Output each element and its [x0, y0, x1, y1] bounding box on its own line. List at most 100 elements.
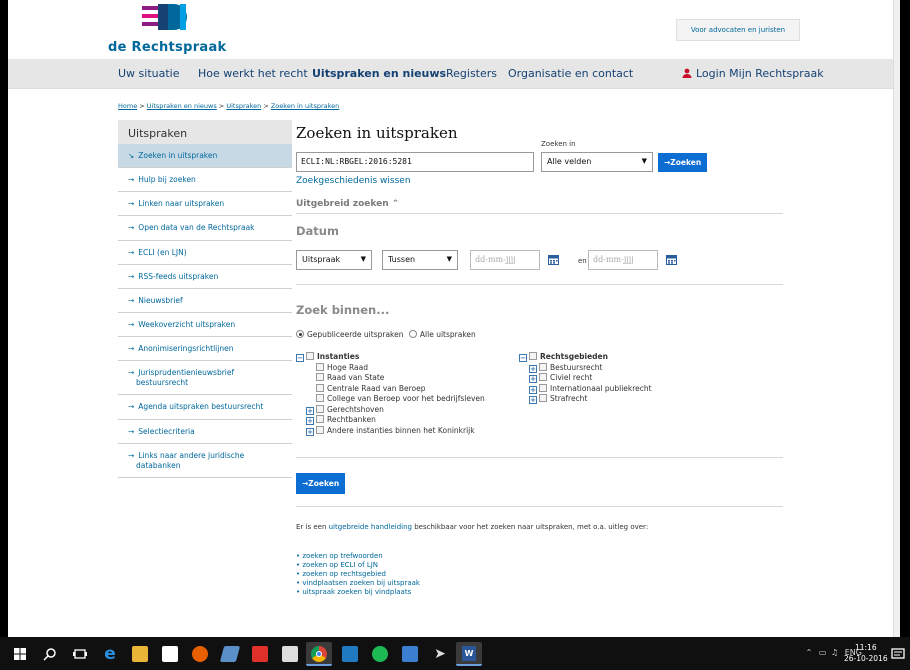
expand-icon[interactable]: + — [306, 417, 314, 425]
list-item[interactable]: • zoeken op rechtsgebied — [296, 570, 420, 579]
checkbox[interactable] — [316, 394, 324, 402]
checkbox[interactable] — [529, 352, 537, 360]
login-link[interactable]: Login Mijn Rechtspraak — [682, 67, 824, 80]
sidebar-item-links-databanken[interactable]: → Links naar andere juridische databanken — [118, 444, 292, 478]
list-item[interactable]: • zoeken op ECLI of LJN — [296, 561, 420, 570]
tree-row: + Rechtbanken — [296, 415, 485, 426]
notifications-icon[interactable] — [890, 646, 906, 662]
lawyers-button[interactable]: Voor advocaten en juristen — [676, 19, 800, 41]
edge-browser-icon[interactable]: e — [102, 646, 118, 663]
checkbox[interactable] — [316, 415, 324, 423]
caret-down-icon: ▼ — [446, 255, 452, 263]
checkbox[interactable] — [316, 404, 324, 413]
list-item[interactable]: • uitspraak zoeken bij vindplaats — [296, 588, 420, 597]
sidebar-item-zoeken-in-uitspraken[interactable]: ↘ Zoeken in uitspraken — [118, 144, 292, 169]
checkbox[interactable] — [316, 362, 324, 371]
checkbox[interactable] — [316, 373, 324, 381]
checkbox[interactable] — [539, 362, 547, 371]
sidebar-item-nieuwsbrief[interactable]: → Nieuwsbrief — [118, 289, 292, 313]
collapse-icon[interactable]: − — [519, 354, 527, 362]
search-in-select[interactable]: Alle velden ▼ — [541, 152, 653, 172]
checkbox[interactable] — [306, 352, 314, 360]
sidebar-item-anonimiseringsrichtlijnen[interactable]: → Anonimiseringsrichtlijnen — [118, 337, 292, 362]
help-link[interactable]: zoeken op rechtsgebied — [302, 570, 386, 578]
sidebar-item-rss-feeds[interactable]: → RSS-feeds uitspraken — [118, 265, 292, 289]
word-icon[interactable]: W — [456, 642, 482, 666]
sidebar-item-open-data[interactable]: → Open data van de Rechtspraak — [118, 216, 292, 241]
date-to-input[interactable]: dd-mm-jjjj — [588, 250, 658, 270]
checkbox[interactable] — [316, 383, 324, 392]
sidebar-item-weekoverzicht[interactable]: → Weekoverzicht uitspraken — [118, 313, 292, 337]
checkbox[interactable] — [539, 383, 547, 392]
nav-item-organisatie-en-contact[interactable]: Organisatie en contact — [508, 67, 633, 80]
expand-icon[interactable]: + — [306, 427, 314, 436]
nav-item-registers[interactable]: Registers — [446, 67, 497, 80]
search-button-bottom[interactable]: →Zoeken — [296, 473, 346, 494]
radio-published-label: Gepubliceerde uitspraken — [307, 330, 404, 339]
expand-icon[interactable]: + — [529, 375, 537, 383]
breadcrumb-home[interactable]: Home — [118, 102, 137, 110]
radio-published[interactable] — [296, 330, 304, 338]
nav-item-uw-situatie[interactable]: Uw situatie — [118, 67, 180, 80]
sidebar-item-hulp-bij-zoeken[interactable]: → Hulp bij zoeken — [118, 168, 292, 193]
search-input[interactable]: ECLI:NL:RBGEL:2016:5281 — [296, 152, 534, 172]
app-icon[interactable]: ➤ — [432, 646, 448, 662]
calendar-icon[interactable] — [666, 254, 677, 265]
radio-all[interactable] — [408, 330, 417, 338]
breadcrumb-separator: > — [261, 102, 271, 110]
store-icon[interactable] — [162, 646, 178, 662]
advanced-search-toggle[interactable]: Uitgebreid zoeken ⌃ — [296, 199, 399, 209]
search-icon[interactable] — [42, 646, 58, 662]
clear-history-link[interactable]: Zoekgeschiedenis wissen — [296, 176, 411, 186]
sidebar-item-ecli[interactable]: → ECLI (en LJN) — [118, 241, 292, 265]
list-item[interactable]: • zoeken op trefwoorden — [296, 552, 420, 561]
file-explorer-icon[interactable] — [132, 646, 148, 662]
expand-icon[interactable]: + — [306, 406, 314, 415]
spotify-icon[interactable] — [372, 646, 388, 662]
collapse-icon[interactable]: − — [296, 354, 304, 362]
date-from-input[interactable]: dd-mm-jjjj — [470, 250, 540, 270]
vertical-scrollbar[interactable] — [893, 0, 900, 637]
sidebar-item-selectiecriteria[interactable]: → Selectiecriteria — [118, 420, 292, 444]
firefox-icon[interactable] — [192, 646, 208, 662]
date-type-select[interactable]: Uitspraak ▼ — [296, 250, 372, 270]
manual-link[interactable]: uitgebreide handleiding — [329, 523, 412, 531]
app-icon[interactable] — [252, 646, 268, 662]
checkbox[interactable] — [539, 394, 547, 402]
sidebar-item-linken-naar-uitspraken[interactable]: → Linken naar uitspraken — [118, 192, 292, 217]
volume-icon[interactable]: ♫ — [831, 648, 838, 657]
help-link[interactable]: zoeken op ECLI of LJN — [302, 561, 378, 569]
search-button[interactable]: →Zoeken — [658, 153, 708, 172]
app-icon[interactable] — [402, 646, 418, 662]
expand-icon[interactable]: + — [529, 396, 537, 404]
help-link[interactable]: uitspraak zoeken bij vindplaats — [302, 588, 411, 596]
chrome-icon[interactable] — [306, 642, 332, 666]
expand-icon[interactable]: + — [529, 364, 537, 373]
nav-item-uitspraken-en-nieuws[interactable]: Uitspraken en nieuws — [312, 67, 446, 80]
sidebar-item-agenda[interactable]: → Agenda uitspraken bestuursrecht — [118, 395, 292, 420]
chevron-up-icon[interactable]: ⌃ — [806, 648, 813, 657]
app-icon[interactable] — [219, 646, 241, 662]
nav-item-hoe-werkt-het-recht[interactable]: Hoe werkt het recht — [198, 67, 308, 80]
tree-row: + Andere instanties binnen het Koninkrijk — [296, 425, 485, 437]
breadcrumb-uitspraken-en-nieuws[interactable]: Uitspraken en nieuws — [147, 102, 217, 110]
date-range-select[interactable]: Tussen ▼ — [382, 250, 458, 270]
calculator-icon[interactable] — [282, 646, 298, 662]
calendar-icon[interactable] — [548, 254, 559, 265]
list-item[interactable]: • vindplaatsen zoeken bij uitspraak — [296, 579, 420, 588]
breadcrumb-uitspraken[interactable]: Uitspraken — [226, 102, 261, 110]
task-view-icon[interactable] — [72, 646, 88, 662]
app-icon[interactable] — [342, 646, 358, 662]
sidebar-item-jurisprudentienieuwsbrief[interactable]: → Jurisprudentienieuwsbrief bestuursrecht — [118, 361, 292, 396]
checkbox[interactable] — [539, 373, 547, 381]
windows-start-icon[interactable] — [12, 646, 28, 662]
breadcrumb-zoeken-in-uitspraken[interactable]: Zoeken in uitspraken — [271, 102, 339, 110]
help-link[interactable]: vindplaatsen zoeken bij uitspraak — [302, 579, 420, 587]
help-link[interactable]: zoeken op trefwoorden — [302, 552, 382, 560]
network-icon[interactable]: ▭ — [819, 648, 827, 657]
checkbox[interactable] — [316, 425, 324, 434]
clock[interactable]: 11:16 26-10-2016 — [844, 642, 888, 664]
sidebar-item-label: Nieuwsbrief — [138, 295, 183, 305]
chevron-down-icon: ↘ — [128, 151, 135, 160]
expand-icon[interactable]: + — [529, 385, 537, 394]
